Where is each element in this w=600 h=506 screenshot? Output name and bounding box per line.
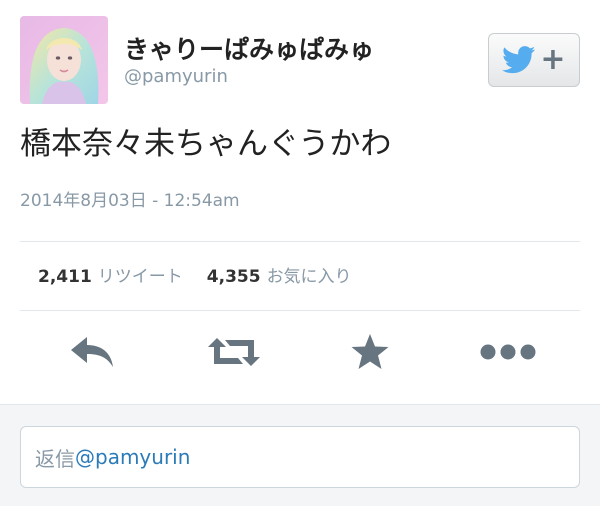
reply-button[interactable] <box>68 332 116 372</box>
retweet-icon <box>208 338 260 366</box>
reply-mention: @pamyurin <box>75 445 191 469</box>
reply-input[interactable]: 返信 @pamyurin <box>20 426 580 488</box>
star-icon <box>351 334 389 369</box>
tweet-timestamp: 2014年8月03日 - 12:54am <box>20 191 240 211</box>
user-handle[interactable]: @pamyurin <box>124 66 228 87</box>
tweet-text: 橋本奈々未ちゃんぐうかわ <box>20 126 392 162</box>
more-icon <box>480 344 536 360</box>
tweet-detail: きゃりーぱみゅぱみゅ @pamyurin + 橋本奈々未ちゃんぐうかわ 2014… <box>0 0 600 506</box>
display-name[interactable]: きゃりーぱみゅぱみゅ <box>124 30 374 66</box>
follow-button[interactable]: + <box>488 33 580 87</box>
favorite-count[interactable]: 4,355 <box>207 267 261 287</box>
divider <box>20 241 580 242</box>
retweet-label[interactable]: リツイート <box>98 262 183 287</box>
twitter-bird-icon <box>502 46 536 74</box>
avatar-image <box>20 16 108 104</box>
retweet-button[interactable] <box>205 332 263 372</box>
plus-icon: + <box>540 42 566 77</box>
reply-icon <box>71 337 113 367</box>
favorite-label[interactable]: お気に入り <box>267 262 352 287</box>
retweet-count[interactable]: 2,411 <box>38 267 92 287</box>
tweet-stats: 2,411 リツイート 4,355 お気に入り <box>38 262 352 287</box>
favorite-button[interactable] <box>346 332 394 372</box>
avatar[interactable] <box>20 16 108 104</box>
divider <box>20 310 580 311</box>
reply-bar: 返信 @pamyurin <box>0 404 600 506</box>
reply-prefix: 返信 <box>35 446 75 471</box>
more-button[interactable] <box>478 332 538 372</box>
